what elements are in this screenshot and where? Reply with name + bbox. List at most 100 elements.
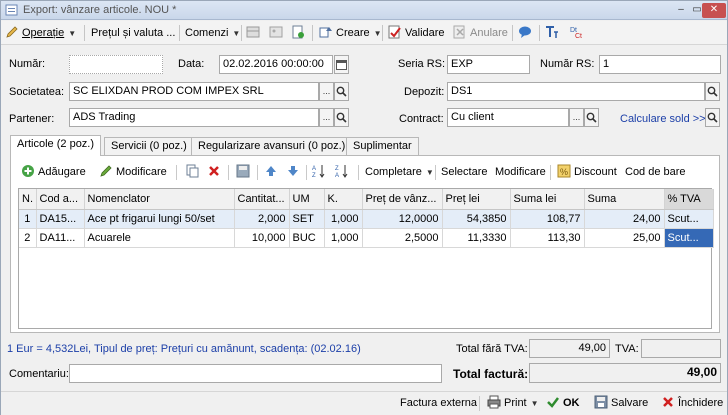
discount-button[interactable]: % Discount — [557, 164, 617, 181]
selectare-button[interactable]: Selectare — [441, 164, 487, 181]
contract-browse-button[interactable]: ... — [569, 108, 584, 127]
pret-valuta-button[interactable]: Prețul și valuta ... — [91, 24, 175, 42]
cell-cantitate[interactable]: 2,000 — [234, 209, 290, 229]
cell-k[interactable]: 1,000 — [324, 228, 363, 248]
depozit-field[interactable]: DS1 — [447, 82, 705, 101]
cell-um[interactable]: BUC — [289, 228, 325, 248]
calculare-sold-link[interactable]: Calculare sold >> — [620, 113, 706, 125]
anulare-button[interactable]: Anulare — [453, 24, 508, 42]
cell-pret-vanzare[interactable]: 12,0000 — [362, 209, 443, 229]
sort-descending-button[interactable]: ZA — [335, 164, 352, 181]
cell-nomenclator[interactable]: Acuarele — [84, 228, 235, 248]
cod-de-bare-button[interactable]: Cod de bare — [625, 164, 686, 181]
grid-view-button[interactable] — [246, 24, 263, 42]
cell-cantitate[interactable]: 10,000 — [234, 228, 290, 248]
operatie-button[interactable]: Operație ▼ — [5, 24, 76, 42]
close-button[interactable]: ✕ — [702, 3, 726, 18]
sort-ascending-button[interactable]: AZ — [312, 164, 329, 181]
move-down-button[interactable] — [286, 164, 303, 181]
ok-button[interactable]: OK — [546, 395, 580, 412]
factura-externa-button[interactable]: Factura externa — [400, 395, 477, 412]
add-document-icon — [292, 25, 304, 39]
chevron-down-icon: ▼ — [530, 399, 539, 408]
column-header[interactable]: Cantitat... — [234, 189, 290, 210]
column-header[interactable]: N. — [19, 189, 37, 210]
column-header[interactable]: Cod a... — [36, 189, 85, 210]
seria-rs-field[interactable]: EXP — [447, 55, 530, 74]
tab-regularizare-avansuri[interactable]: Regularizare avansuri (0 poz.) — [191, 137, 353, 155]
tab-servicii[interactable]: Servicii (0 poz.) — [104, 137, 194, 155]
svg-text:Ct: Ct — [575, 33, 582, 39]
cell-n[interactable]: 2 — [19, 228, 37, 248]
contract-field[interactable]: Cu client — [447, 108, 569, 127]
cell-tva[interactable]: Scut... — [664, 228, 714, 248]
partener-field[interactable]: ADS Trading — [69, 108, 319, 127]
svg-text:Z: Z — [335, 166, 339, 172]
inchidere-button[interactable]: Închidere — [661, 395, 723, 412]
cell-pret-lei[interactable]: 11,3330 — [442, 228, 511, 248]
cell-k[interactable]: 1,000 — [324, 209, 363, 229]
column-header[interactable]: Preț de vânz... — [362, 189, 443, 210]
societatea-search-button[interactable] — [334, 82, 349, 101]
cell-cod[interactable]: DA15... — [36, 209, 85, 229]
column-header[interactable]: UM — [289, 189, 325, 210]
cell-n[interactable]: 1 — [19, 209, 37, 229]
column-header[interactable]: Suma — [584, 189, 665, 210]
salvare-button[interactable]: Salvare — [594, 395, 648, 412]
table-row[interactable]: 1 DA15... Ace pt frigarui lungi 50/set 2… — [19, 209, 714, 229]
comenzi-button[interactable]: Comenzi ▼ — [185, 24, 240, 42]
add-document-button[interactable] — [291, 24, 308, 42]
completare-button[interactable]: Completare ▼ — [365, 164, 434, 181]
calendar-button[interactable] — [334, 55, 349, 74]
modificare-batch-button[interactable]: Modificare — [495, 164, 546, 181]
cell-suma-lei[interactable]: 113,30 — [510, 228, 585, 248]
cell-tva[interactable]: Scut... — [664, 209, 714, 229]
column-header[interactable]: Suma lei — [510, 189, 585, 210]
search-icon — [336, 86, 347, 97]
societatea-browse-button[interactable]: ... — [319, 82, 334, 101]
cell-pret-vanzare[interactable]: 2,5000 — [362, 228, 443, 248]
comentariu-field[interactable] — [69, 364, 442, 383]
table-header-row: N. Cod a... Nomenclator Cantitat... UM K… — [19, 189, 714, 210]
cell-suma[interactable]: 25,00 — [584, 228, 665, 248]
total-fara-tva-field: 49,00 — [529, 339, 610, 358]
cell-cod[interactable]: DA11... — [36, 228, 85, 248]
societatea-field[interactable]: SC ELIXDAN PROD COM IMPEX SRL — [69, 82, 319, 101]
printer-icon — [487, 395, 501, 409]
numar-field[interactable] — [69, 55, 163, 74]
numar-rs-field[interactable]: 1 — [599, 55, 721, 74]
column-header[interactable]: % TVA — [664, 189, 714, 210]
validare-button[interactable]: Validare — [388, 24, 445, 42]
tab-articole[interactable]: Articole (2 poz.) — [10, 135, 102, 156]
cell-pret-lei[interactable]: 54,3850 — [442, 209, 511, 229]
calendar-icon — [336, 60, 347, 70]
partener-browse-button[interactable]: ... — [319, 108, 334, 127]
depozit-search-button[interactable] — [705, 82, 720, 101]
text-format-button[interactable] — [545, 24, 562, 42]
chat-button[interactable] — [518, 24, 535, 42]
debit-credit-button[interactable]: Dt Ct — [569, 24, 586, 42]
column-header[interactable]: Nomenclator — [84, 189, 235, 210]
date-field[interactable]: 02.02.2016 00:00:00 — [219, 55, 333, 74]
column-header[interactable]: Preț lei — [442, 189, 511, 210]
move-up-button[interactable] — [264, 164, 281, 181]
cell-um[interactable]: SET — [289, 209, 325, 229]
cell-suma[interactable]: 24,00 — [584, 209, 665, 229]
image-button[interactable] — [269, 24, 286, 42]
contract-search-button[interactable] — [584, 108, 599, 127]
contract-label: Contract: — [399, 113, 444, 125]
modificare-button[interactable]: Modificare — [99, 164, 167, 181]
adaugare-button[interactable]: Adăugare — [21, 164, 86, 181]
cell-nomenclator[interactable]: Ace pt frigarui lungi 50/set — [84, 209, 235, 229]
print-button[interactable]: Print ▼ — [487, 395, 539, 412]
delete-row-button[interactable] — [207, 164, 224, 181]
save-grid-button[interactable] — [236, 164, 253, 181]
sold-search-button[interactable] — [705, 108, 720, 127]
table-row[interactable]: 2 DA11... Acuarele 10,000 BUC 1,000 2,50… — [19, 228, 714, 248]
copy-row-button[interactable] — [185, 164, 202, 181]
creare-button[interactable]: Creare ▼ — [319, 24, 382, 42]
tab-suplimentar[interactable]: Suplimentar — [346, 137, 419, 155]
cell-suma-lei[interactable]: 108,77 — [510, 209, 585, 229]
column-header[interactable]: K. — [324, 189, 363, 210]
partener-search-button[interactable] — [334, 108, 349, 127]
